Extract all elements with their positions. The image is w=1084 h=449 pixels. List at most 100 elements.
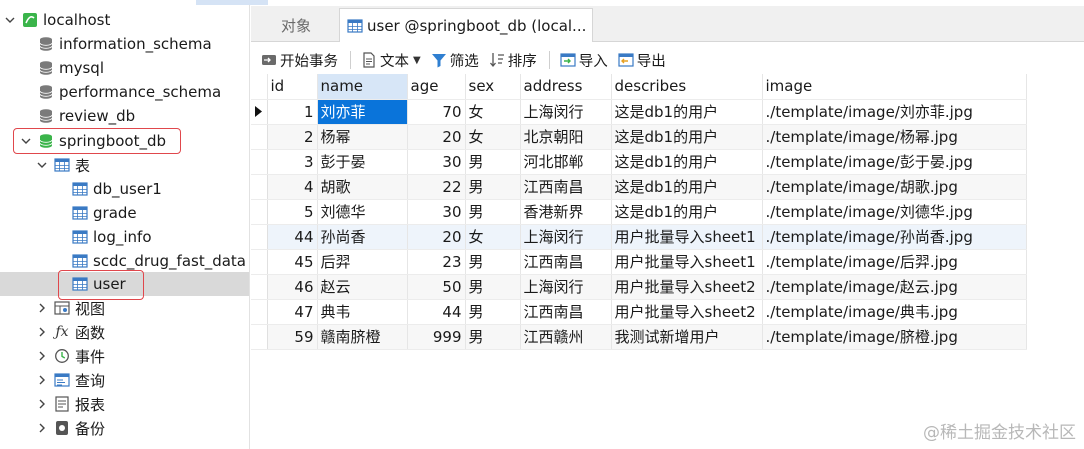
chevron-right-icon[interactable] bbox=[35, 325, 49, 339]
table-row[interactable]: 3 彭于晏 30 男河北邯郸 这是db1的用户 ./template/image/彭于晏.… bbox=[251, 149, 1027, 175]
row-marker[interactable] bbox=[251, 124, 268, 150]
chevron-right-icon[interactable] bbox=[35, 373, 49, 387]
begin-transaction-button[interactable]: 开始事务 bbox=[257, 48, 342, 72]
tree-group-reports[interactable]: 报表 bbox=[0, 392, 249, 416]
cell-describes[interactable]: 这是db1的用户 bbox=[611, 124, 763, 150]
cell-name[interactable]: 胡歌 bbox=[317, 174, 408, 200]
tree-db-review-db[interactable]: review_db bbox=[0, 104, 249, 128]
chevron-right-icon[interactable] bbox=[35, 301, 49, 315]
tree-group-functions[interactable]: ƒx 函数 bbox=[0, 320, 249, 344]
tree-table-grade[interactable]: grade bbox=[0, 201, 249, 225]
row-marker[interactable] bbox=[251, 274, 268, 300]
cell-age[interactable]: 999 bbox=[407, 324, 466, 350]
cell-sex[interactable]: 男 bbox=[465, 199, 521, 225]
cell-sex[interactable]: 女 bbox=[465, 99, 521, 125]
cell-address[interactable]: 江西南昌 bbox=[520, 174, 612, 200]
cell-describes[interactable]: 用户批量导入sheet2 bbox=[611, 299, 763, 325]
cell-describes[interactable]: 这是db1的用户 bbox=[611, 199, 763, 225]
cell-address[interactable]: 江西赣州 bbox=[520, 324, 612, 350]
cell-age[interactable]: 70 bbox=[407, 99, 466, 125]
cell-name[interactable]: 后羿 bbox=[317, 249, 408, 275]
cell-image[interactable]: ./template/image/刘亦菲.jpg bbox=[762, 99, 1027, 125]
table-row[interactable]: 2 杨幂 20 女北京朝阳 这是db1的用户 ./template/image/杨幂.jp… bbox=[251, 124, 1027, 150]
tab-user-table[interactable]: user @springboot_db (local... bbox=[339, 8, 594, 42]
table-row[interactable]: 1 刘亦菲 70 女上海闵行 这是db1的用户 ./template/image/刘亦菲.… bbox=[251, 99, 1027, 125]
cell-id[interactable]: 2 bbox=[267, 124, 318, 150]
column-header-age[interactable]: age bbox=[407, 74, 466, 100]
cell-sex[interactable]: 女 bbox=[465, 224, 521, 250]
cell-id[interactable]: 59 bbox=[267, 324, 318, 350]
cell-id[interactable]: 44 bbox=[267, 224, 318, 250]
row-marker[interactable] bbox=[251, 249, 268, 275]
row-marker[interactable] bbox=[251, 149, 268, 175]
cell-image[interactable]: ./template/image/孙尚香.jpg bbox=[762, 224, 1027, 250]
cell-age[interactable]: 30 bbox=[407, 199, 466, 225]
cell-describes[interactable]: 用户批量导入sheet2 bbox=[611, 274, 763, 300]
cell-sex[interactable]: 男 bbox=[465, 274, 521, 300]
cell-name[interactable]: 典韦 bbox=[317, 299, 408, 325]
filter-button[interactable]: 筛选 bbox=[427, 48, 483, 72]
cell-address[interactable]: 北京朝阳 bbox=[520, 124, 612, 150]
cell-image[interactable]: ./template/image/胡歌.jpg bbox=[762, 174, 1027, 200]
tree-group-views[interactable]: 视图 bbox=[0, 296, 249, 320]
tree-table-scdc-drug-fast-data[interactable]: scdc_drug_fast_data bbox=[0, 249, 249, 273]
row-marker[interactable] bbox=[251, 99, 268, 125]
cell-image[interactable]: ./template/image/彭于晏.jpg bbox=[762, 149, 1027, 175]
cell-address[interactable]: 上海闵行 bbox=[520, 99, 612, 125]
text-button[interactable]: 文本 ▼ bbox=[357, 48, 425, 72]
tree-db-information-schema[interactable]: information_schema bbox=[0, 32, 249, 56]
table-row[interactable]: 59 赣南脐橙 999 男江西赣州 我测试新增用户 ./template/image/脐橙… bbox=[251, 324, 1027, 350]
row-marker[interactable] bbox=[251, 199, 268, 225]
cell-name[interactable]: 刘德华 bbox=[317, 199, 408, 225]
cell-describes[interactable]: 用户批量导入sheet1 bbox=[611, 224, 763, 250]
import-button[interactable]: 导入 bbox=[556, 48, 612, 72]
row-marker[interactable] bbox=[251, 224, 268, 250]
tree-group-queries[interactable]: 查询 bbox=[0, 368, 249, 392]
cell-describes[interactable]: 这是db1的用户 bbox=[611, 99, 763, 125]
tree-connection-localhost[interactable]: localhost bbox=[0, 8, 249, 32]
table-row[interactable]: 44 孙尚香 20 女上海闵行 用户批量导入sheet1 ./template/image… bbox=[251, 224, 1027, 250]
cell-address[interactable]: 上海闵行 bbox=[520, 274, 612, 300]
export-button[interactable]: 导出 bbox=[614, 48, 670, 72]
row-marker[interactable] bbox=[251, 299, 268, 325]
cell-name[interactable]: 赣南脐橙 bbox=[317, 324, 408, 350]
cell-address[interactable]: 江西南昌 bbox=[520, 249, 612, 275]
cell-name[interactable]: 刘亦菲 bbox=[317, 99, 408, 125]
table-row[interactable]: 45 后羿 23 男江西南昌 用户批量导入sheet1 ./template/image/… bbox=[251, 249, 1027, 275]
cell-age[interactable]: 20 bbox=[407, 224, 466, 250]
cell-sex[interactable]: 男 bbox=[465, 324, 521, 350]
cell-age[interactable]: 44 bbox=[407, 299, 466, 325]
tree-db-mysql[interactable]: mysql bbox=[0, 56, 249, 80]
cell-sex[interactable]: 男 bbox=[465, 249, 521, 275]
column-header-sex[interactable]: sex bbox=[465, 74, 521, 100]
cell-describes[interactable]: 这是db1的用户 bbox=[611, 149, 763, 175]
tree-group-events[interactable]: 事件 bbox=[0, 344, 249, 368]
cell-name[interactable]: 孙尚香 bbox=[317, 224, 408, 250]
cell-age[interactable]: 50 bbox=[407, 274, 466, 300]
cell-image[interactable]: ./template/image/杨幂.jpg bbox=[762, 124, 1027, 150]
cell-age[interactable]: 20 bbox=[407, 124, 466, 150]
cell-age[interactable]: 30 bbox=[407, 149, 466, 175]
chevron-right-icon[interactable] bbox=[35, 421, 49, 435]
cell-sex[interactable]: 女 bbox=[465, 124, 521, 150]
cell-age[interactable]: 22 bbox=[407, 174, 466, 200]
cell-address[interactable]: 上海闵行 bbox=[520, 224, 612, 250]
cell-describes[interactable]: 这是db1的用户 bbox=[611, 174, 763, 200]
cell-sex[interactable]: 男 bbox=[465, 299, 521, 325]
chevron-right-icon[interactable] bbox=[35, 349, 49, 363]
chevron-down-icon[interactable] bbox=[35, 158, 49, 172]
cell-sex[interactable]: 男 bbox=[465, 149, 521, 175]
cell-id[interactable]: 45 bbox=[267, 249, 318, 275]
cell-address[interactable]: 河北邯郸 bbox=[520, 149, 612, 175]
table-row[interactable]: 4 胡歌 22 男江西南昌 这是db1的用户 ./template/image/胡歌.jp… bbox=[251, 174, 1027, 200]
tree-db-springboot-db[interactable]: springboot_db bbox=[0, 129, 249, 153]
cell-id[interactable]: 47 bbox=[267, 299, 318, 325]
tree-table-user[interactable]: user bbox=[0, 272, 249, 296]
cell-id[interactable]: 46 bbox=[267, 274, 318, 300]
cell-image[interactable]: ./template/image/后羿.jpg bbox=[762, 249, 1027, 275]
cell-image[interactable]: ./template/image/典韦.jpg bbox=[762, 299, 1027, 325]
cell-name[interactable]: 赵云 bbox=[317, 274, 408, 300]
chevron-down-icon[interactable] bbox=[19, 134, 33, 148]
table-row[interactable]: 46 赵云 50 男上海闵行 用户批量导入sheet2 ./template/image/… bbox=[251, 274, 1027, 300]
column-header-id[interactable]: id bbox=[267, 74, 318, 100]
